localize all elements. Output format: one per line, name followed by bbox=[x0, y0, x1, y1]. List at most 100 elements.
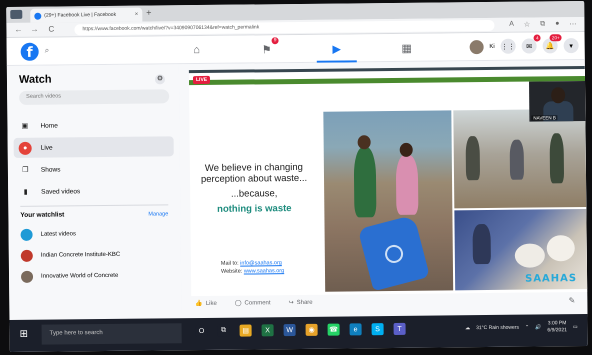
nav-pages-icon[interactable]: ⚑ 9 bbox=[247, 37, 287, 59]
edit-icon[interactable]: ✎ bbox=[569, 296, 576, 305]
browser-toolbar-icons: A ☆ ⧉ ● ⋯ bbox=[509, 20, 576, 29]
menu-grid-icon[interactable]: ⋮⋮ bbox=[500, 38, 516, 54]
slide-line-1: We believe in changing perception about … bbox=[200, 161, 308, 186]
notification-center-icon[interactable]: ▭ bbox=[573, 324, 578, 330]
search-videos-input[interactable]: Search videos bbox=[19, 89, 170, 105]
cortana-icon[interactable]: O bbox=[195, 324, 208, 338]
taskbar-search-input[interactable]: Type here to search bbox=[41, 323, 182, 345]
slide-header-bar bbox=[188, 75, 586, 86]
profile-name[interactable]: Ki bbox=[489, 43, 494, 49]
share-icon: ↪ bbox=[288, 300, 294, 307]
watchlist-item-ici[interactable]: Indian Concrete Institute-KBC bbox=[20, 249, 121, 262]
like-icon: 👍 bbox=[195, 300, 203, 308]
worker-figure bbox=[472, 223, 491, 265]
messenger-badge: 4 bbox=[534, 34, 541, 42]
close-tab-icon[interactable]: × bbox=[135, 12, 139, 18]
slide-photo-children bbox=[323, 110, 454, 292]
excel-icon[interactable]: X bbox=[261, 324, 274, 337]
network-icon[interactable]: ⌃ bbox=[525, 325, 529, 331]
worker-figure bbox=[465, 136, 481, 181]
chrome-icon[interactable]: ◉ bbox=[305, 323, 318, 336]
watchlist-label: Latest videos bbox=[40, 231, 76, 238]
child-head bbox=[357, 135, 371, 150]
sidebar-item-label: Home bbox=[40, 122, 58, 130]
slide-contact: Mail to: info@saahas.org Website: www.sa… bbox=[220, 260, 285, 275]
sidebar-item-label: Saved videos bbox=[41, 187, 81, 196]
system-tray: ☁ 31°C Rain showers ⌃ 🔊 3:00 PM 6/9/2021… bbox=[465, 320, 578, 335]
watchlist-item-latest[interactable]: Latest videos bbox=[20, 228, 76, 241]
live-icon: ● bbox=[18, 141, 32, 155]
worker-figure bbox=[509, 139, 525, 180]
sidebar-item-live[interactable]: ● Live bbox=[13, 136, 174, 158]
sack bbox=[546, 235, 575, 262]
slide-text: We believe in changing perception about … bbox=[190, 162, 319, 215]
read-aloud-icon[interactable]: A bbox=[509, 21, 514, 29]
nav-home-icon[interactable]: ⌂ bbox=[177, 40, 217, 60]
notifications-badge: 20+ bbox=[549, 34, 562, 42]
teams-icon[interactable]: T bbox=[393, 322, 406, 335]
collections-icon[interactable]: ⧉ bbox=[540, 20, 545, 28]
forward-button[interactable]: → bbox=[30, 25, 38, 34]
weather-text[interactable]: 31°C Rain showers bbox=[476, 325, 519, 331]
search-icon[interactable]: ⌕ bbox=[45, 46, 57, 58]
tab-title: (29+) Facebook Live | Facebook bbox=[44, 11, 117, 19]
taskbar-apps: O ⧉ ▤ X W ◉ ☎ e S T bbox=[195, 322, 406, 338]
screen: (29+) Facebook Live | Facebook × + ← → C… bbox=[6, 0, 588, 353]
watchlist-label: Indian Concrete Institute-KBC bbox=[40, 251, 121, 259]
child-head bbox=[399, 142, 413, 157]
like-button[interactable]: 👍 Like bbox=[195, 300, 217, 307]
profile-icon[interactable]: ● bbox=[555, 20, 559, 28]
shows-icon: ❐ bbox=[22, 166, 29, 174]
nav-marketplace-icon[interactable]: ▦ bbox=[387, 38, 427, 58]
messenger-icon[interactable]: ✉ 4 bbox=[521, 34, 541, 54]
skype-icon[interactable]: S bbox=[371, 323, 384, 336]
windows-taskbar: ⊞ Type here to search O ⧉ ▤ X W ◉ ☎ e S … bbox=[9, 313, 588, 353]
notifications-icon[interactable]: 🔔 20+ bbox=[542, 34, 562, 54]
gear-icon[interactable]: ⚙ bbox=[154, 74, 166, 85]
page-title: Watch bbox=[18, 73, 52, 86]
more-menu-icon[interactable]: ⋯ bbox=[569, 20, 576, 28]
watch-main: LIVE We believe in changing perception a… bbox=[178, 59, 588, 319]
browser-tab[interactable]: (29+) Facebook Live | Facebook × bbox=[30, 7, 143, 23]
slide-photo-workers bbox=[453, 108, 587, 209]
watch-sidebar: Watch ⚙ Search videos ▣ Home ● Live ❐ Sh… bbox=[6, 64, 182, 321]
share-button[interactable]: ↪ Share bbox=[289, 299, 313, 306]
facebook-logo[interactable]: f bbox=[20, 42, 39, 61]
brand-logo: SAAHAS bbox=[525, 273, 578, 285]
window-menu-button[interactable] bbox=[10, 9, 23, 19]
sidebar-item-label: Live bbox=[40, 144, 53, 152]
live-badge: LIVE bbox=[192, 75, 211, 85]
manage-link[interactable]: Manage bbox=[148, 211, 168, 217]
slide-line-2: ...because, bbox=[230, 188, 278, 200]
weather-icon[interactable]: ☁ bbox=[465, 325, 470, 331]
new-tab-button[interactable]: + bbox=[146, 8, 151, 18]
comment-button[interactable]: ◯ Comment bbox=[235, 299, 271, 307]
sidebar-item-home[interactable]: ▣ Home bbox=[13, 114, 173, 136]
back-button[interactable]: ← bbox=[14, 25, 22, 34]
start-button[interactable]: ⊞ bbox=[20, 329, 29, 340]
child-figure bbox=[395, 154, 419, 215]
page-avatar bbox=[20, 249, 33, 262]
clock[interactable]: 3:00 PM 6/9/2021 bbox=[547, 320, 567, 334]
email-link: info@saahas.org bbox=[240, 260, 282, 267]
video-player[interactable]: LIVE We believe in changing perception a… bbox=[188, 65, 588, 297]
sidebar-item-saved-videos[interactable]: ▮ Saved videos bbox=[14, 180, 174, 202]
presenter-name: NAVEEN B bbox=[531, 115, 558, 121]
volume-icon[interactable]: 🔊 bbox=[535, 324, 541, 330]
word-icon[interactable]: W bbox=[283, 324, 296, 337]
file-explorer-icon[interactable]: ▤ bbox=[239, 324, 252, 337]
whatsapp-icon[interactable]: ☎ bbox=[327, 323, 340, 336]
saved-icon: ▮ bbox=[23, 188, 28, 196]
reload-button[interactable]: C bbox=[48, 25, 54, 34]
profile-avatar[interactable] bbox=[469, 39, 484, 54]
favorite-star-icon[interactable]: ☆ bbox=[524, 21, 530, 29]
page-avatar bbox=[20, 270, 34, 283]
task-view-icon[interactable]: ⧉ bbox=[217, 324, 230, 337]
watchlist-item-concrete[interactable]: Innovative World of Concrete bbox=[20, 270, 118, 283]
account-chevron-icon[interactable]: ▾ bbox=[563, 38, 579, 54]
main-nav: ⌂ ⚑9 ▶ ▦ ☺ bbox=[177, 37, 497, 60]
edge-icon[interactable]: e bbox=[349, 323, 362, 336]
sidebar-item-shows[interactable]: ❐ Shows bbox=[14, 158, 174, 180]
nav-watch-icon[interactable]: ▶ bbox=[317, 38, 357, 58]
recycling-bag bbox=[357, 214, 430, 292]
